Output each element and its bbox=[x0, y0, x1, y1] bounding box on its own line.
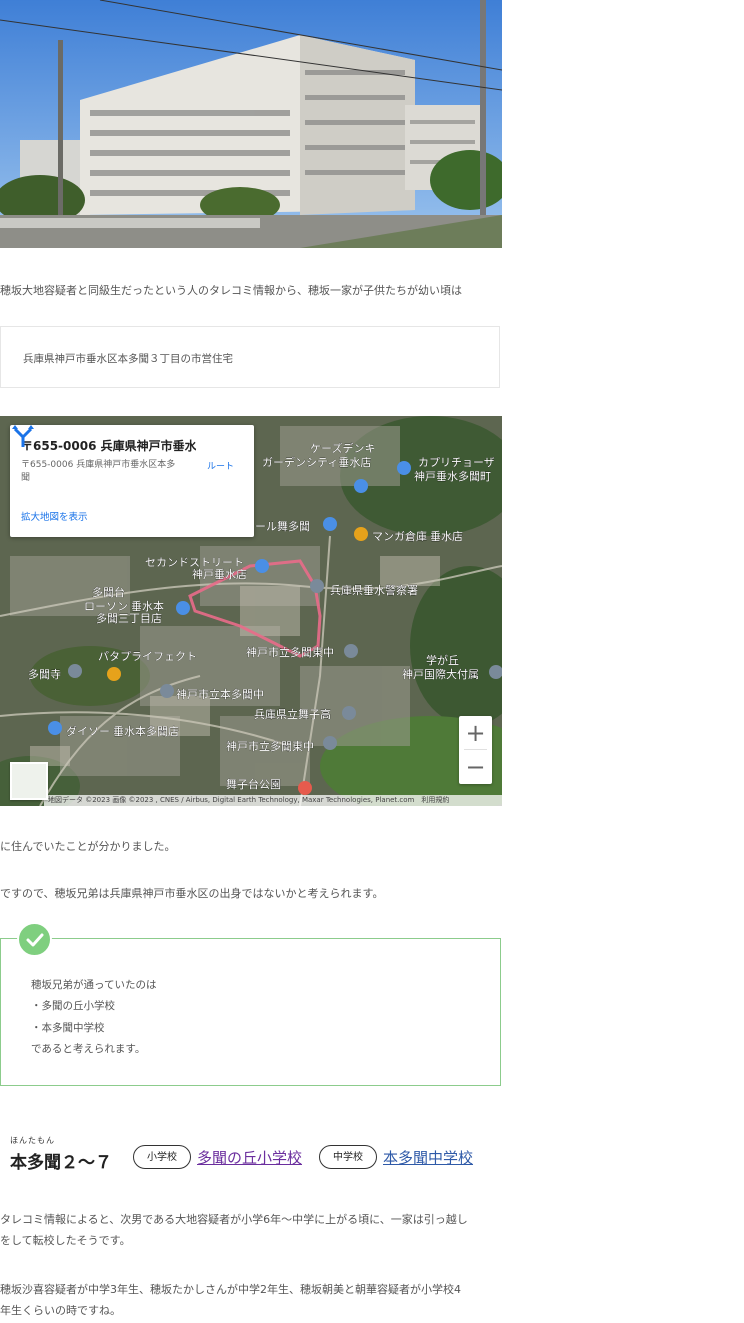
conclusion-line: ・多聞の丘小学校 bbox=[31, 1000, 115, 1012]
conclusion-line: 穂坂兄弟が通っていたのは bbox=[31, 979, 157, 991]
intro-text: 穂坂大地容疑者と同級生だったという人のタレコミ情報から、穂坂一家が子供たちが幼い… bbox=[0, 284, 462, 297]
map-card-title: 〒655-0006 兵庫県神戸市垂水... bbox=[21, 439, 196, 453]
elementary-school-badge: 小学校 bbox=[133, 1145, 191, 1169]
map-label: 学が丘 bbox=[426, 653, 459, 667]
article-paragraph-line: 穂坂沙喜容疑者が中学3年生、穂坂たかしさんが中学2年生、穂坂朝美と朝華容疑者が小… bbox=[0, 1283, 461, 1296]
map-type-toggle[interactable] bbox=[10, 762, 48, 800]
map-label: 多聞寺 bbox=[28, 667, 61, 681]
map-embed[interactable]: ケーズデンキ ガーデンシティ垂水店 カプリチョーザ 神戸垂水多聞町 ブルメール舞… bbox=[0, 416, 502, 806]
map-label: ダイソー 垂水本多聞店 bbox=[66, 724, 179, 738]
article-paragraph-line: タレコミ情報によると、次男である大地容疑者が小学6年〜中学に上がる頃に、一家は引… bbox=[0, 1213, 468, 1226]
route-icon[interactable] bbox=[10, 425, 36, 449]
map-card-address: 〒655-0006 兵庫県神戸市垂水区本多 聞 bbox=[21, 459, 201, 485]
apartment-photo bbox=[0, 0, 502, 248]
map-label: セカンドストリート bbox=[145, 556, 244, 569]
article-paragraph-line: 年生くらいの時ですね。 bbox=[0, 1304, 121, 1317]
after-map-text-2: ですので、穂坂兄弟は兵庫県神戸市垂水区の出身ではないかと考えられます。 bbox=[0, 887, 384, 900]
apartment-photo-drawing bbox=[0, 0, 502, 248]
conclusion-line: ・本多聞中学校 bbox=[31, 1022, 105, 1034]
map-label: 兵庫県垂水警察署 bbox=[330, 583, 418, 597]
map-label: 神戸市立本多聞中 bbox=[176, 687, 264, 701]
map-label: 兵庫県立舞子高 bbox=[254, 707, 331, 721]
map-label: パタプライフェクト bbox=[98, 650, 197, 663]
map-info-card: 〒655-0006 兵庫県神戸市垂水... 〒655-0006 兵庫県神戸市垂水… bbox=[10, 425, 254, 537]
map-label: ローソン 垂水本 bbox=[84, 599, 164, 613]
place-ruby: ほんたもん bbox=[10, 1136, 55, 1145]
map-label: 多聞三丁目店 bbox=[96, 611, 162, 625]
map-label: ガーデンシティ垂水店 bbox=[262, 455, 371, 469]
map-label: 神戸垂水多聞町 bbox=[414, 469, 491, 483]
elementary-school-link[interactable]: 多聞の丘小学校 bbox=[197, 1147, 302, 1168]
map-label: 舞子台公園 bbox=[226, 777, 281, 791]
map-card-address-line: 聞 bbox=[21, 473, 31, 483]
map-label: マンガ倉庫 垂水店 bbox=[372, 529, 463, 543]
check-icon bbox=[17, 922, 52, 957]
map-zoom-controls: + − bbox=[459, 716, 492, 784]
address-box: 兵庫県神戸市垂水区本多聞３丁目の市営住宅 bbox=[0, 326, 500, 388]
map-label: 神戸国際大付属 bbox=[402, 667, 479, 681]
map-attribution: 地図データ ©2023 画像 ©2023 , CNES / Airbus, Di… bbox=[44, 795, 502, 806]
map-label: ケーズデンキ bbox=[310, 441, 375, 455]
map-label: 神戸垂水店 bbox=[192, 567, 247, 581]
place-name: 本多聞２〜７ bbox=[10, 1153, 112, 1173]
zoom-in-button[interactable]: + bbox=[459, 716, 492, 750]
conclusion-line: であると考えられます。 bbox=[31, 1043, 146, 1055]
junior-high-link[interactable]: 本多聞中学校 bbox=[383, 1147, 473, 1168]
address-text: 兵庫県神戸市垂水区本多聞３丁目の市営住宅 bbox=[23, 353, 233, 365]
junior-high-badge: 中学校 bbox=[319, 1145, 377, 1169]
map-card-address-line: 〒655-0006 兵庫県神戸市垂水区本多 bbox=[21, 460, 176, 470]
route-label[interactable]: ルート bbox=[207, 459, 234, 472]
map-label: 神戸市立多聞東中 bbox=[226, 739, 314, 753]
map-label: 多聞台 bbox=[92, 585, 125, 599]
map-label: 神戸市立多聞東中 bbox=[246, 645, 334, 659]
article-paragraph-line: をして転校したそうです。 bbox=[0, 1234, 131, 1247]
larger-map-link[interactable]: 拡大地図を表示 bbox=[21, 509, 88, 523]
after-map-text-1: に住んでいたことが分かりました。 bbox=[0, 840, 176, 853]
zoom-out-button[interactable]: − bbox=[459, 750, 492, 784]
map-label: カプリチョーザ bbox=[418, 456, 495, 469]
